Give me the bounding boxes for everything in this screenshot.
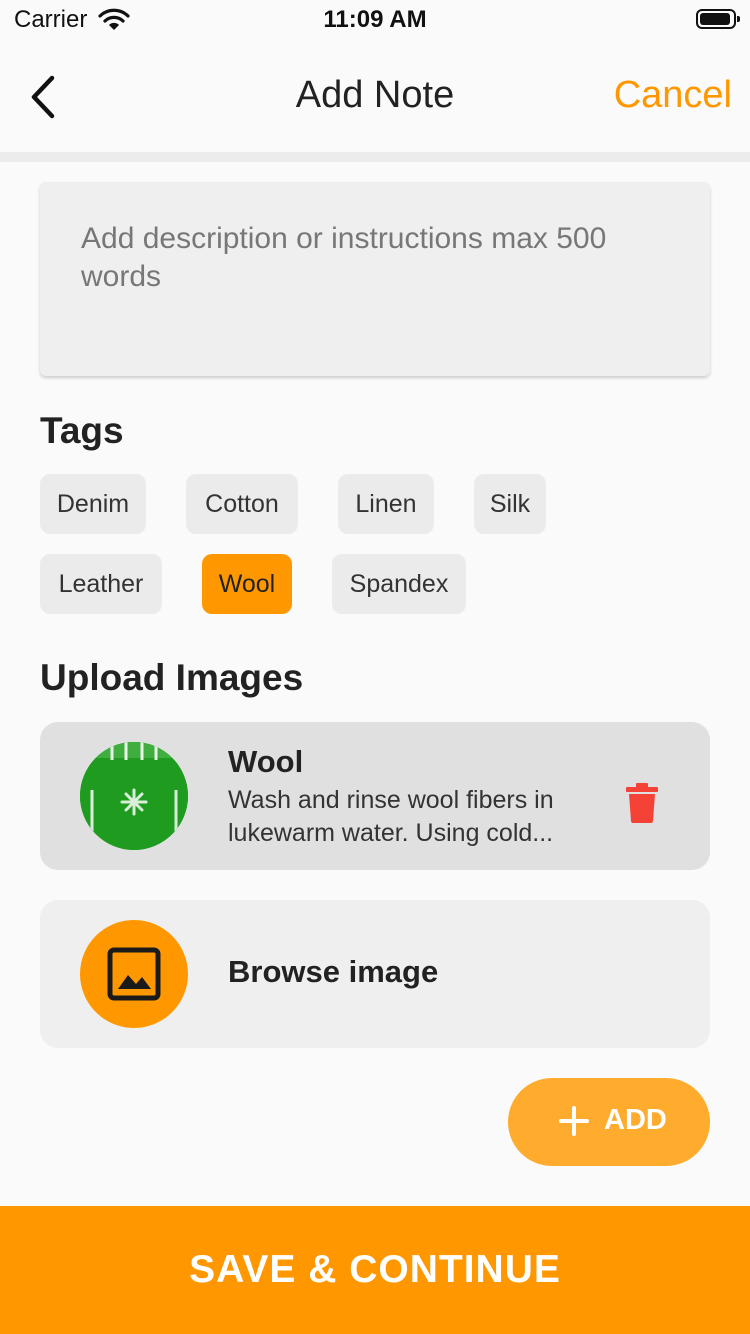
browse-image-label: Browse image: [228, 954, 439, 989]
save-continue-button[interactable]: SAVE & CONTINUE: [0, 1206, 750, 1334]
status-bar: Carrier 11:09 AM: [0, 0, 750, 40]
image-description: Wash and rinse wool fibers in lukewarm w…: [228, 786, 554, 847]
add-button[interactable]: ADD: [508, 1078, 710, 1166]
upload-images-title: Upload Images: [40, 657, 304, 698]
browse-image-circle: [80, 920, 188, 1028]
status-time: 11:09 AM: [323, 6, 427, 33]
image-icon: [107, 947, 161, 1001]
image-thumbnail: [80, 742, 188, 850]
plus-icon: [559, 1106, 589, 1136]
tag-chip-spandex[interactable]: Spandex: [332, 554, 466, 614]
cancel-button[interactable]: Cancel: [614, 74, 732, 117]
tag-chip-linen[interactable]: Linen: [338, 474, 434, 534]
tag-chip-leather[interactable]: Leather: [40, 554, 162, 614]
tag-chip-cotton[interactable]: Cotton: [186, 474, 298, 534]
add-button-label: ADD: [604, 1104, 667, 1136]
tag-chip-wool[interactable]: Wool: [202, 554, 292, 614]
description-placeholder: Add description or instructions max 500 …: [81, 222, 607, 293]
uploaded-image-card[interactable]: Wool Wash and rinse wool fibers in lukew…: [40, 722, 710, 870]
description-input[interactable]: Add description or instructions max 500 …: [40, 182, 710, 376]
navigation-bar: Add Note Cancel: [0, 40, 750, 152]
header-divider: [0, 152, 750, 162]
tag-chip-denim[interactable]: Denim: [40, 474, 146, 534]
battery-icon: [696, 9, 740, 29]
tag-chip-silk[interactable]: Silk: [474, 474, 546, 534]
delete-icon[interactable]: [625, 782, 659, 824]
tags-title: Tags: [40, 410, 124, 451]
image-title: Wool: [228, 744, 304, 779]
browse-image-button[interactable]: Browse image: [40, 900, 710, 1048]
